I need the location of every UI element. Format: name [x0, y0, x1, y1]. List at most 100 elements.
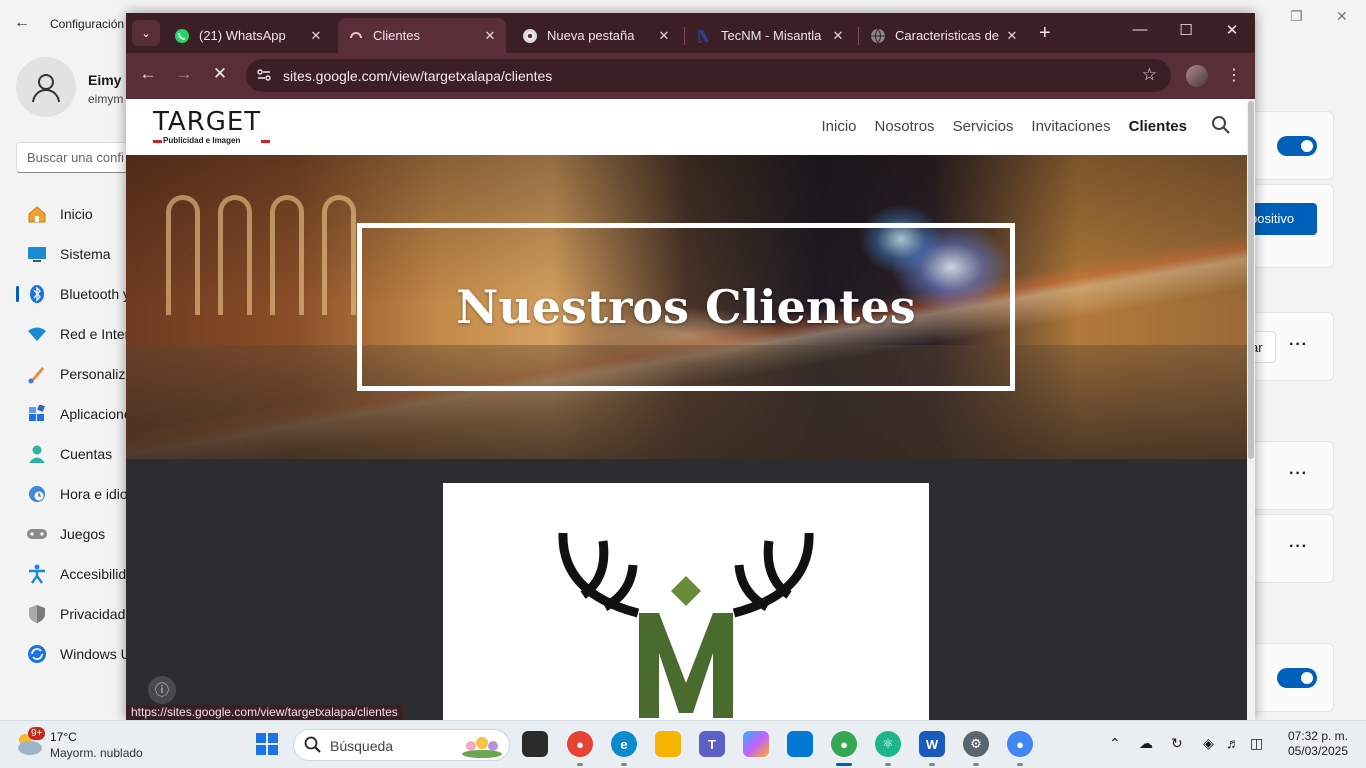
search-icon[interactable] [1211, 115, 1231, 135]
close-window-icon[interactable]: ✕ [1209, 21, 1255, 39]
client-logo-card[interactable] [443, 483, 929, 720]
url-text: sites.google.com/view/targetxalapa/clien… [283, 68, 553, 84]
tab-label: (21) WhatsApp [199, 28, 286, 43]
more-options-icon[interactable]: ··· [1289, 538, 1308, 556]
brush-icon [26, 363, 48, 385]
running-indicator [973, 763, 979, 766]
settings-back-icon[interactable]: ← [14, 14, 34, 34]
person-avatar-icon [32, 74, 60, 103]
site-nav-servicios[interactable]: Servicios [953, 118, 1014, 135]
forward-arrow-icon[interactable]: → [172, 64, 196, 84]
stop-loading-icon[interactable]: ✕ [208, 64, 232, 84]
tab-strip: ⌄ (21) WhatsApp ✕ Clientes ✕ Nueva pesta… [126, 13, 1255, 53]
nav-label: Windows U [60, 646, 131, 662]
scrollbar-thumb[interactable] [1248, 101, 1254, 459]
battery-icon[interactable]: ◫ [1250, 735, 1263, 752]
weather-temp: 17°C [50, 730, 77, 744]
site-nav-nosotros[interactable]: Nosotros [875, 118, 935, 135]
running-indicator [929, 763, 935, 766]
site-nav-inicio[interactable]: Inicio [822, 118, 857, 135]
close-tab-icon[interactable]: ✕ [828, 28, 848, 44]
tab-separator [684, 27, 685, 45]
address-bar[interactable]: sites.google.com/view/targetxalapa/clien… [246, 59, 1171, 92]
site-nav-clientes[interactable]: Clientes [1129, 118, 1187, 135]
clock[interactable]: 07:32 p. m. 05/03/2025 [1272, 729, 1348, 759]
close-tab-icon[interactable]: ✕ [480, 28, 500, 44]
site-settings-icon[interactable] [256, 67, 272, 83]
tab-nueva-pestana[interactable]: Nueva pestaña ✕ [512, 18, 680, 53]
settings-toggle[interactable] [1277, 668, 1317, 688]
bookmark-star-icon[interactable]: ☆ [1142, 65, 1157, 85]
chrome-profile-icon[interactable]: ● [567, 731, 593, 757]
tab-search-chevron-icon[interactable]: ⌄ [132, 20, 160, 46]
active-indicator [836, 763, 852, 766]
chrome-menu-icon[interactable]: ⋮ [1226, 65, 1242, 85]
nav-label: Red e Inter [60, 326, 130, 342]
teams-icon[interactable]: T [699, 731, 725, 757]
start-windows-icon[interactable] [256, 733, 278, 755]
tab-whatsapp[interactable]: (21) WhatsApp ✕ [164, 18, 332, 53]
onedrive-cloud-icon[interactable]: ☁ [1139, 735, 1153, 752]
nav-label: Privacidad [60, 606, 126, 622]
info-icon[interactable]: ⓘ [148, 676, 176, 704]
task-view-icon[interactable] [522, 731, 548, 757]
chrome-icon[interactable]: ● [831, 731, 857, 757]
back-arrow-icon[interactable]: ← [136, 64, 160, 84]
edge-icon[interactable]: e [611, 731, 637, 757]
nav-label: Hora e idio [60, 486, 128, 502]
arch-decoration [270, 195, 304, 315]
settings-close-icon[interactable]: ✕ [1336, 8, 1348, 25]
clock-time: 07:32 p. m. [1287, 729, 1348, 743]
volume-icon[interactable]: ♬ [1226, 735, 1240, 751]
whatsapp-icon [174, 28, 190, 44]
close-tab-icon[interactable]: ✕ [654, 28, 674, 44]
taskbar-search[interactable]: Búsqueda [293, 729, 510, 761]
file-explorer-icon[interactable] [655, 731, 681, 757]
close-tab-icon[interactable]: ✕ [306, 28, 326, 44]
user-avatar[interactable] [16, 57, 76, 117]
bluetooth-icon [26, 283, 48, 305]
new-tab-plus-icon[interactable]: + [1039, 22, 1051, 45]
chrome-profile2-icon[interactable]: ● [1007, 731, 1033, 757]
profile-avatar[interactable] [1186, 65, 1208, 87]
weather-condition: Mayorm. nublado [50, 746, 143, 760]
clock-date: 05/03/2025 [1287, 744, 1348, 758]
word-icon[interactable]: W [919, 731, 945, 757]
hero-title: Nuestros Clientes [456, 280, 916, 334]
settings-gear-icon[interactable]: ⚙ [963, 731, 989, 757]
chrome-icon [522, 28, 538, 44]
more-options-icon[interactable]: ··· [1289, 336, 1308, 354]
close-tab-icon[interactable]: ✕ [1002, 28, 1022, 44]
atom-app-icon[interactable]: ⚛ [875, 731, 901, 757]
tab-tecnm[interactable]: TecNM - Misantla ✕ [686, 18, 854, 53]
hero-banner: Nuestros Clientes [126, 155, 1247, 459]
site-header: TARGET Publicidad e Imagen Inicio Nosotr… [126, 99, 1247, 155]
arch-decoration [166, 195, 200, 315]
copilot-icon[interactable] [743, 731, 769, 757]
running-indicator [577, 763, 583, 766]
nav-label: Aplicacione [60, 406, 132, 422]
tab-clientes[interactable]: Clientes ✕ [338, 18, 506, 53]
tab-caracteristicas[interactable]: Caracteristicas de p ✕ [860, 18, 1028, 53]
gamepad-icon [26, 523, 48, 545]
settings-restore-icon[interactable]: ❐ [1290, 8, 1303, 25]
running-indicator [885, 763, 891, 766]
store-icon[interactable] [787, 731, 813, 757]
target-logo[interactable]: TARGET Publicidad e Imagen [151, 107, 276, 147]
chevron-up-icon[interactable]: ⌃ [1109, 735, 1121, 752]
page-scrollbar[interactable] [1247, 99, 1255, 720]
loading-icon [348, 28, 364, 44]
minimize-icon[interactable]: — [1117, 21, 1163, 38]
maximize-icon[interactable]: ☐ [1163, 21, 1209, 39]
wifi-icon[interactable]: ◈ [1203, 735, 1214, 752]
tecnm-icon [696, 28, 712, 44]
bluetooth-toggle[interactable] [1277, 136, 1317, 156]
nav-label: Personaliza [60, 366, 134, 382]
nav-label: Juegos [60, 526, 106, 542]
more-options-icon[interactable]: ··· [1289, 465, 1308, 483]
site-nav-invitaciones[interactable]: Invitaciones [1031, 118, 1110, 135]
sync-icon[interactable]: ↻ [1171, 735, 1183, 752]
status-bar-url: https://sites.google.com/view/targetxala… [126, 705, 403, 720]
accessibility-icon [26, 563, 48, 585]
nav-label: Accesibilid [60, 566, 127, 582]
